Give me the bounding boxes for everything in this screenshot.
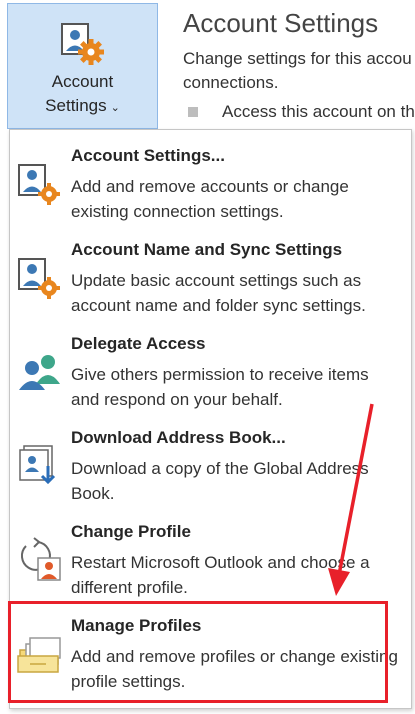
delegate-users-icon (19, 355, 60, 390)
backstage-bullet: Access this account on th (188, 102, 415, 122)
backstage-title: Account Settings (183, 8, 379, 38)
ribbon-label-line1: Account (51, 72, 114, 91)
chevron-down-icon: ⌄ (110, 102, 120, 114)
backstage-description-line1: Change settings for this accou (183, 49, 412, 68)
address-book-download-icon (19, 445, 56, 485)
menu-item-title: Account Settings... (71, 146, 225, 165)
manage-profiles-icon (17, 637, 61, 673)
account-settings-ribbon-button[interactable]: Account Settings ⌄ (7, 3, 158, 129)
menu-item-delegate-access[interactable]: Delegate Access Give others permission t… (10, 322, 411, 416)
menu-item-title: Account Name and Sync Settings (71, 240, 343, 259)
menu-item-description: Download a copy of the Global Address Bo… (71, 459, 369, 503)
account-settings-dropdown-menu: Account Settings... Add and remove accou… (9, 129, 412, 709)
change-profile-icon (20, 537, 61, 581)
backstage-description-line2: connections. (183, 73, 279, 92)
account-settings-icon (18, 258, 60, 299)
backstage-bullet-text: Access this account on th (222, 102, 415, 121)
menu-item-description: Add and remove profiles or change existi… (71, 647, 398, 691)
menu-item-title: Change Profile (71, 522, 191, 541)
menu-item-description: Give others permission to receive items … (71, 365, 369, 409)
menu-item-change-profile[interactable]: Change Profile Restart Microsoft Outlook… (10, 510, 411, 604)
menu-item-description: Add and remove accounts or change existi… (71, 177, 349, 221)
menu-item-title: Manage Profiles (71, 616, 202, 635)
account-settings-ribbon-label: Account Settings ⌄ (45, 70, 120, 120)
backstage-description: Change settings for this accou connectio… (183, 47, 415, 95)
menu-item-account-settings[interactable]: Account Settings... Add and remove accou… (10, 134, 411, 228)
account-settings-icon (18, 164, 60, 205)
menu-item-description: Restart Microsoft Outlook and choose a d… (71, 553, 370, 597)
menu-item-title: Delegate Access (71, 334, 206, 353)
menu-item-title: Download Address Book... (71, 428, 286, 447)
ribbon-label-line2: Settings (45, 96, 107, 115)
bullet-square-icon (188, 107, 198, 117)
menu-item-download-address-book[interactable]: Download Address Book... Download a copy… (10, 416, 411, 510)
menu-item-description: Update basic account settings such as ac… (71, 271, 366, 315)
account-settings-icon (60, 23, 104, 65)
menu-item-manage-profiles[interactable]: Manage Profiles Add and remove profiles … (10, 604, 411, 698)
menu-item-account-name-sync[interactable]: Account Name and Sync Settings Update ba… (10, 228, 411, 322)
